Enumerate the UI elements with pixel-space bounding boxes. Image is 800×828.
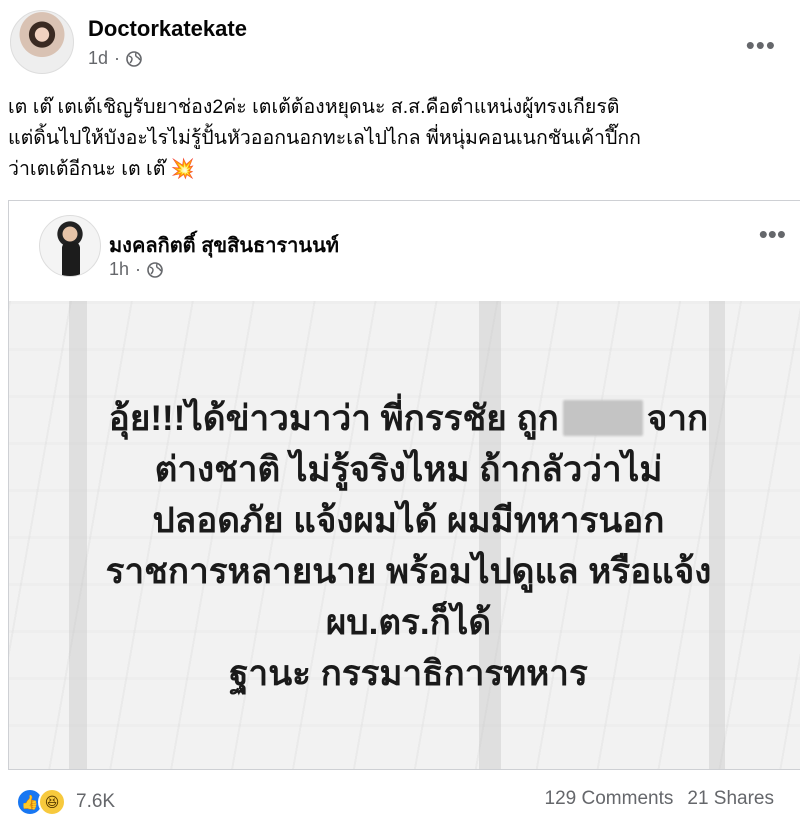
globe-icon [147, 261, 163, 278]
message-line-4: ราชการหลายนาย พร้อมไปดูแล หรือแจ้ง [105, 552, 712, 591]
shared-post[interactable]: มงคลกิตติ์ สุขสินธารานนท์ 1h · ••• อุ้ย!… [8, 200, 800, 770]
post-meta: 1d · [88, 48, 142, 69]
haha-icon: 😆 [38, 788, 66, 816]
more-options-icon[interactable]: ••• [746, 30, 776, 61]
reactions-summary[interactable]: 👍 😆 7.6K [16, 788, 115, 816]
censored-word-blur [562, 400, 643, 436]
message-line-2: ต่างชาติ ไม่รู้จริงไหม ถ้ากลัวว่าไม่ [154, 450, 663, 489]
post-header: Doctorkatekate 1d · ••• [10, 10, 790, 74]
post-caption: เต เต๊ เตเต้เชิญรับยาช่อง2ค่ะ เตเต้ต้องห… [8, 96, 641, 180]
message-line-6: ฐานะ กรรมาธิการทหาร [229, 654, 588, 693]
message-line-5: ผบ.ตร.ก็ได้ [325, 603, 492, 642]
post-time[interactable]: 1d [88, 48, 108, 69]
shares-count[interactable]: 21 Shares [687, 788, 774, 810]
shared-author-name[interactable]: มงคลกิตติ์ สุขสินธารานนท์ [109, 229, 339, 261]
shared-post-image[interactable]: อุ้ย!!!ได้ข่าวมาว่า พี่กรรชัย ถูก จาก ต่า… [9, 301, 800, 769]
reactions-count[interactable]: 7.6K [76, 791, 115, 813]
author-name[interactable]: Doctorkatekate [88, 16, 247, 42]
shared-post-time[interactable]: 1h [109, 259, 129, 280]
message-line-1: อุ้ย!!!ได้ข่าวมาว่า พี่กรรชัย ถูก จาก [108, 399, 709, 438]
shared-post-header: มงคลกิตติ์ สุขสินธารานนท์ 1h · ••• [9, 201, 800, 301]
author-avatar[interactable] [10, 10, 74, 74]
shared-more-options-icon[interactable]: ••• [759, 219, 786, 250]
image-message: อุ้ย!!!ได้ข่าวมาว่า พี่กรรชัย ถูก จาก ต่า… [9, 393, 800, 699]
comments-count[interactable]: 129 Comments [545, 788, 674, 810]
post-footer: 👍 😆 7.6K 129 Comments 21 Shares [8, 774, 788, 824]
message-line-3: ปลอดภัย แจ้งผมได้ ผมมีทหารนอก [152, 501, 665, 540]
shared-post-meta: 1h · [109, 259, 163, 280]
shared-author-avatar[interactable] [39, 215, 101, 277]
globe-icon [126, 50, 142, 67]
engagement-counts: 129 Comments 21 Shares [545, 788, 774, 810]
